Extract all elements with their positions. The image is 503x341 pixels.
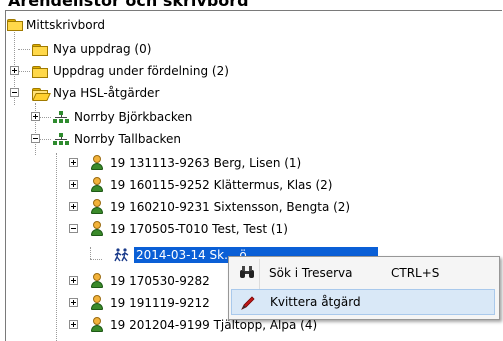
menu-item-shortcut: CTRL+S (391, 266, 440, 280)
tree-line (90, 247, 91, 259)
menu-item-acknowledge-action[interactable]: Kvittera åtgärd (231, 289, 495, 315)
tree-node-patient[interactable]: 19 131113-9263 Berg, Lisen (1) (86, 152, 303, 174)
tree-node-label: Mittskrivbord (26, 18, 105, 32)
tree-node-patient[interactable]: 19 191119-9212 (86, 292, 212, 314)
tree-line (35, 103, 36, 155)
expand-toggle[interactable] (69, 298, 78, 307)
tree-node-patient[interactable]: 19 160115-9252 Klättermus, Klas (2) (86, 174, 334, 196)
folder-icon (32, 44, 48, 56)
patient-label: 19 160210-9231 Sixtensson, Bengta (2) (110, 200, 351, 214)
open-folder-icon (32, 88, 51, 101)
expand-toggle[interactable] (10, 66, 19, 75)
tree-node-label: Uppdrag under fördelning (2) (53, 64, 229, 78)
menu-item-label: Kvittera åtgärd (270, 295, 361, 309)
collapse-toggle[interactable] (10, 88, 19, 97)
tree-node-bjorkbacken[interactable]: Norrby Björkbacken (48, 106, 194, 128)
tree-node-label: Norrby Tallbacken (74, 132, 181, 146)
patient-icon (90, 199, 104, 215)
patient-icon (90, 177, 104, 193)
tree-node-nya-hsl[interactable]: Nya HSL-åtgärder (26, 82, 161, 104)
expand-toggle[interactable] (69, 320, 78, 329)
org-unit-icon (53, 111, 69, 123)
patient-icon (90, 273, 104, 289)
tree-node-nya-uppdrag[interactable]: Nya uppdrag (0) (26, 38, 153, 60)
tree-node-patient[interactable]: 19 170530-9282 (86, 270, 212, 292)
patient-label: 19 191119-9212 (110, 296, 210, 310)
patient-icon (90, 221, 104, 237)
tree-node-label: Norrby Björkbacken (74, 110, 193, 124)
tree-node-label: Nya HSL-åtgärder (53, 86, 160, 100)
tree-node-patient[interactable]: 19 160210-9231 Sixtensson, Bengta (2) (86, 196, 352, 218)
expand-toggle[interactable] (69, 276, 78, 285)
tree-line (90, 259, 102, 260)
expand-toggle[interactable] (69, 180, 78, 189)
patient-label: 19 131113-9263 Berg, Lisen (1) (110, 156, 302, 170)
collapse-toggle[interactable] (31, 134, 40, 143)
patient-icon (90, 317, 104, 333)
tree-node-patient[interactable]: 19 170505-T010 Test, Test (1) (86, 218, 290, 240)
menu-item-search-treserva[interactable]: Sök i Treserva CTRL+S (231, 260, 495, 286)
menu-item-label: Sök i Treserva (269, 266, 353, 280)
tree-line (56, 153, 57, 341)
tree-node-tallbacken[interactable]: Norrby Tallbacken (48, 128, 183, 150)
expand-toggle[interactable] (31, 112, 40, 121)
patient-icon (90, 295, 104, 311)
org-unit-icon (53, 133, 69, 145)
walking-people-icon (114, 248, 129, 262)
collapse-toggle[interactable] (69, 224, 78, 233)
pen-icon (241, 296, 255, 310)
context-menu: Sök i Treserva CTRL+S Kvittera åtgärd (228, 256, 500, 320)
folder-icon (32, 66, 48, 78)
patient-label: 19 170505-T010 Test, Test (1) (110, 222, 288, 236)
patient-icon (90, 155, 104, 171)
expand-toggle[interactable] (69, 158, 78, 167)
tree-node-uppdrag-fordelning[interactable]: Uppdrag under fördelning (2) (26, 60, 231, 82)
binoculars-icon (240, 266, 254, 278)
tree-node-root[interactable]: Mittskrivbord (6, 14, 107, 36)
tree-node-label: Nya uppdrag (0) (53, 42, 152, 56)
expand-toggle[interactable] (69, 202, 78, 211)
patient-label: 19 160115-9252 Klättermus, Klas (2) (110, 178, 333, 192)
patient-label: 19 170530-9282 (110, 274, 210, 288)
desktop-folder-icon (7, 19, 23, 31)
